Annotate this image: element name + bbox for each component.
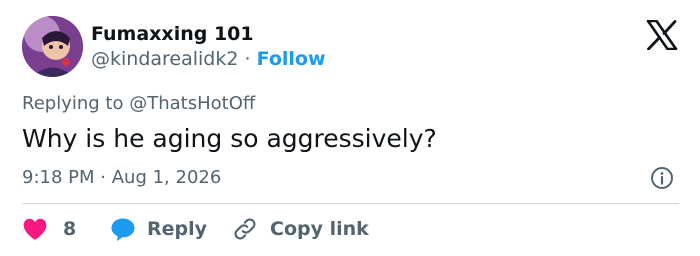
mention-link[interactable]: @ThatsHotOff: [129, 93, 255, 114]
like-button[interactable]: 8: [22, 215, 76, 243]
replying-to: Replying to @ThatsHotOff: [22, 92, 255, 116]
info-icon[interactable]: [650, 166, 674, 190]
user-handle[interactable]: @kindarealidk2: [91, 48, 238, 70]
meta-separator: ·: [100, 167, 106, 188]
reply-button[interactable]: Reply: [110, 215, 207, 243]
like-count: 8: [63, 218, 77, 240]
x-logo-icon[interactable]: [646, 20, 678, 50]
link-icon: [234, 218, 256, 240]
tweet-meta: 9:18 PM · Aug 1, 2026: [22, 166, 221, 190]
tweet-text: Why is he aging so aggressively?: [22, 124, 437, 153]
speech-bubble-icon: [111, 218, 135, 241]
reply-label: Reply: [147, 218, 208, 240]
handle-row: @kindarealidk2 · Follow: [91, 47, 326, 71]
display-name[interactable]: Fumaxxing 101: [91, 22, 254, 46]
heart-icon: [23, 218, 47, 240]
tweet-time[interactable]: 9:18 PM: [22, 167, 95, 188]
avatar-image: [22, 16, 83, 77]
handle-separator: ·: [244, 48, 251, 70]
replying-to-label: Replying to: [22, 93, 124, 114]
copy-link-label: Copy link: [270, 218, 369, 240]
tweet-date[interactable]: Aug 1, 2026: [112, 167, 222, 188]
follow-button[interactable]: Follow: [257, 48, 326, 70]
avatar[interactable]: [22, 16, 83, 77]
copy-link-button[interactable]: Copy link: [232, 215, 369, 243]
divider: [22, 203, 679, 204]
